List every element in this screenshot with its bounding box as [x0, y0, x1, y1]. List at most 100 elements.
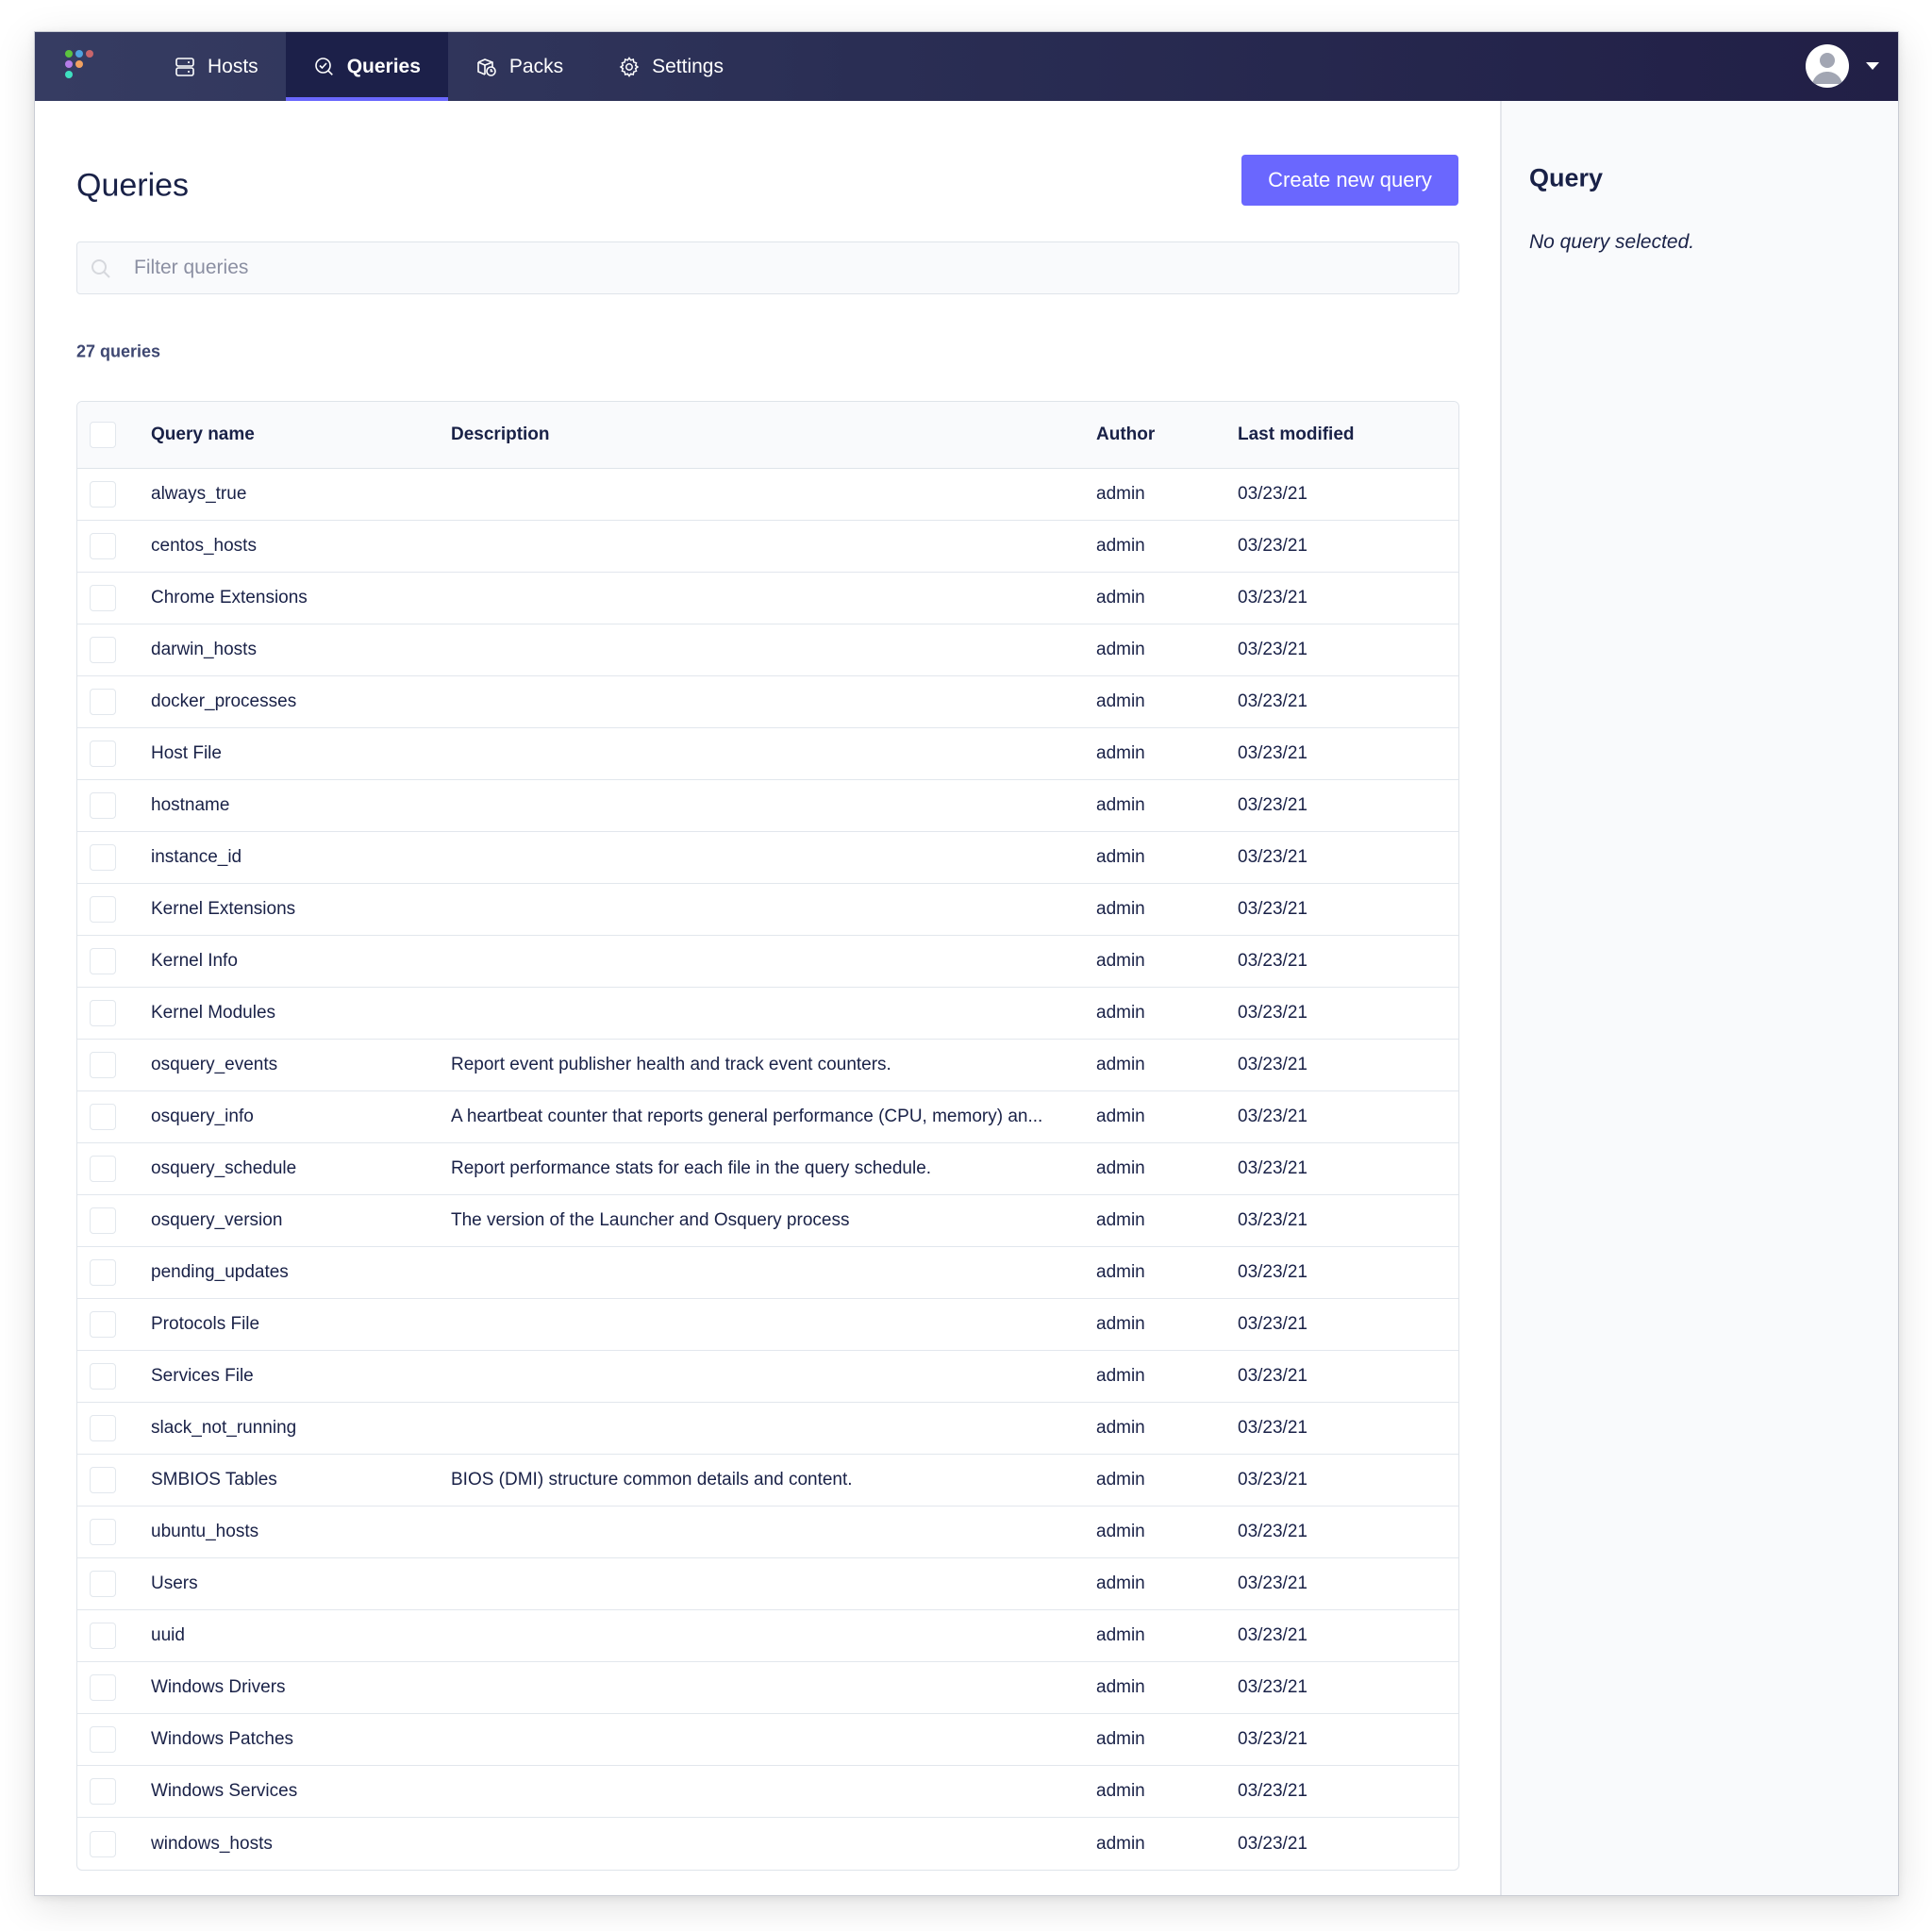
row-checkbox[interactable] — [90, 844, 116, 871]
table-row[interactable]: Windows Patches admin 03/23/21 — [77, 1714, 1458, 1766]
query-name[interactable]: centos_hosts — [151, 536, 434, 557]
row-checkbox[interactable] — [90, 1052, 116, 1078]
table-row[interactable]: instance_id admin 03/23/21 — [77, 832, 1458, 884]
table-row[interactable]: osquery_schedule Report performance stats… — [77, 1143, 1458, 1195]
row-checkbox[interactable] — [90, 1311, 116, 1338]
nav-tab-packs[interactable]: Packs — [448, 32, 591, 101]
row-checkbox[interactable] — [90, 481, 116, 508]
query-name[interactable]: SMBIOS Tables — [151, 1470, 434, 1490]
row-checkbox[interactable] — [90, 1519, 116, 1545]
row-checkbox[interactable] — [90, 689, 116, 715]
row-checkbox[interactable] — [90, 1207, 116, 1234]
chevron-down-icon[interactable] — [1866, 62, 1879, 70]
row-checkbox[interactable] — [90, 741, 116, 767]
table-row[interactable]: hostname admin 03/23/21 — [77, 780, 1458, 832]
row-checkbox[interactable] — [90, 1623, 116, 1649]
query-name[interactable]: Windows Drivers — [151, 1677, 434, 1698]
table-row[interactable]: Chrome Extensions admin 03/23/21 — [77, 573, 1458, 624]
user-menu[interactable] — [1806, 42, 1879, 91]
query-name[interactable]: pending_updates — [151, 1262, 434, 1283]
table-row[interactable]: Kernel Extensions admin 03/23/21 — [77, 884, 1458, 936]
nav-tab-settings[interactable]: Settings — [591, 32, 751, 101]
query-name[interactable]: Chrome Extensions — [151, 588, 434, 608]
query-name[interactable]: always_true — [151, 484, 434, 505]
query-name[interactable]: Services File — [151, 1366, 434, 1387]
table-row[interactable]: always_true admin 03/23/21 — [77, 469, 1458, 521]
column-header-last-modified[interactable]: Last modified — [1238, 424, 1445, 445]
table-row[interactable]: ubuntu_hosts admin 03/23/21 — [77, 1507, 1458, 1558]
table-row[interactable]: windows_hosts admin 03/23/21 — [77, 1818, 1458, 1870]
table-row[interactable]: darwin_hosts admin 03/23/21 — [77, 624, 1458, 676]
table-row[interactable]: SMBIOS Tables BIOS (DMI) structure common… — [77, 1455, 1458, 1507]
table-row[interactable]: Windows Services admin 03/23/21 — [77, 1766, 1458, 1818]
row-checkbox[interactable] — [90, 1467, 116, 1493]
row-checkbox[interactable] — [90, 1726, 116, 1753]
row-checkbox[interactable] — [90, 948, 116, 974]
row-checkbox[interactable] — [90, 1104, 116, 1130]
row-checkbox[interactable] — [90, 1156, 116, 1182]
select-all-checkbox[interactable] — [90, 422, 116, 448]
row-checkbox[interactable] — [90, 896, 116, 923]
table-row[interactable]: osquery_version The version of the Launch… — [77, 1195, 1458, 1247]
query-name[interactable]: osquery_schedule — [151, 1158, 434, 1179]
table-row[interactable]: uuid admin 03/23/21 — [77, 1610, 1458, 1662]
row-checkbox[interactable] — [90, 1674, 116, 1701]
row-checkbox[interactable] — [90, 792, 116, 819]
query-last-modified: 03/23/21 — [1238, 1055, 1307, 1074]
query-name[interactable]: darwin_hosts — [151, 640, 434, 660]
query-name[interactable]: Host File — [151, 743, 434, 764]
row-checkbox[interactable] — [90, 533, 116, 559]
query-name[interactable]: Users — [151, 1573, 434, 1594]
filter-queries-input[interactable] — [134, 242, 1436, 293]
row-checkbox[interactable] — [90, 1571, 116, 1597]
table-row[interactable]: Services File admin 03/23/21 — [77, 1351, 1458, 1403]
table-row[interactable]: Users admin 03/23/21 — [77, 1558, 1458, 1610]
nav-tab-queries[interactable]: Queries — [285, 32, 449, 101]
table-row[interactable]: Kernel Info admin 03/23/21 — [77, 936, 1458, 988]
query-author: admin — [1096, 951, 1145, 971]
row-checkbox[interactable] — [90, 1259, 116, 1286]
create-new-query-button[interactable]: Create new query — [1241, 155, 1458, 206]
query-name[interactable]: Windows Patches — [151, 1729, 434, 1750]
row-checkbox[interactable] — [90, 637, 116, 663]
query-name[interactable]: docker_processes — [151, 691, 434, 712]
query-name[interactable]: slack_not_running — [151, 1418, 434, 1439]
table-row[interactable]: docker_processes admin 03/23/21 — [77, 676, 1458, 728]
column-header-description[interactable]: Description — [451, 424, 1074, 445]
query-name[interactable]: osquery_version — [151, 1210, 434, 1231]
column-header-query-name[interactable]: Query name — [151, 424, 434, 445]
table-row[interactable]: pending_updates admin 03/23/21 — [77, 1247, 1458, 1299]
table-row[interactable]: Protocols File admin 03/23/21 — [77, 1299, 1458, 1351]
query-name[interactable]: hostname — [151, 795, 434, 816]
fleet-logo-icon[interactable] — [65, 50, 93, 82]
query-name[interactable]: ubuntu_hosts — [151, 1522, 434, 1542]
column-header-author[interactable]: Author — [1096, 424, 1228, 445]
table-row[interactable]: Windows Drivers admin 03/23/21 — [77, 1662, 1458, 1714]
query-name[interactable]: Kernel Modules — [151, 1003, 434, 1024]
row-checkbox[interactable] — [90, 1830, 116, 1857]
table-row[interactable]: slack_not_running admin 03/23/21 — [77, 1403, 1458, 1455]
query-name[interactable]: Kernel Extensions — [151, 899, 434, 920]
row-checkbox[interactable] — [90, 1778, 116, 1805]
row-checkbox[interactable] — [90, 1415, 116, 1441]
query-name[interactable]: windows_hosts — [151, 1834, 434, 1855]
query-name[interactable]: osquery_info — [151, 1107, 434, 1127]
table-row[interactable]: osquery_info A heartbeat counter that rep… — [77, 1091, 1458, 1143]
avatar[interactable] — [1806, 44, 1849, 88]
row-checkbox[interactable] — [90, 1363, 116, 1390]
nav-tab-hosts[interactable]: Hosts — [146, 32, 286, 101]
table-row[interactable]: osquery_events Report event publisher hea… — [77, 1040, 1458, 1091]
query-name[interactable]: Kernel Info — [151, 951, 434, 972]
hosts-icon — [175, 57, 194, 76]
query-name[interactable]: Windows Services — [151, 1781, 434, 1802]
row-checkbox[interactable] — [90, 1000, 116, 1026]
query-name[interactable]: uuid — [151, 1625, 434, 1646]
table-row[interactable]: Kernel Modules admin 03/23/21 — [77, 988, 1458, 1040]
query-name[interactable]: Protocols File — [151, 1314, 434, 1335]
query-name[interactable]: instance_id — [151, 847, 434, 868]
row-checkbox[interactable] — [90, 585, 116, 611]
query-author: admin — [1096, 1470, 1145, 1490]
table-row[interactable]: Host File admin 03/23/21 — [77, 728, 1458, 780]
query-name[interactable]: osquery_events — [151, 1055, 434, 1075]
table-row[interactable]: centos_hosts admin 03/23/21 — [77, 521, 1458, 573]
